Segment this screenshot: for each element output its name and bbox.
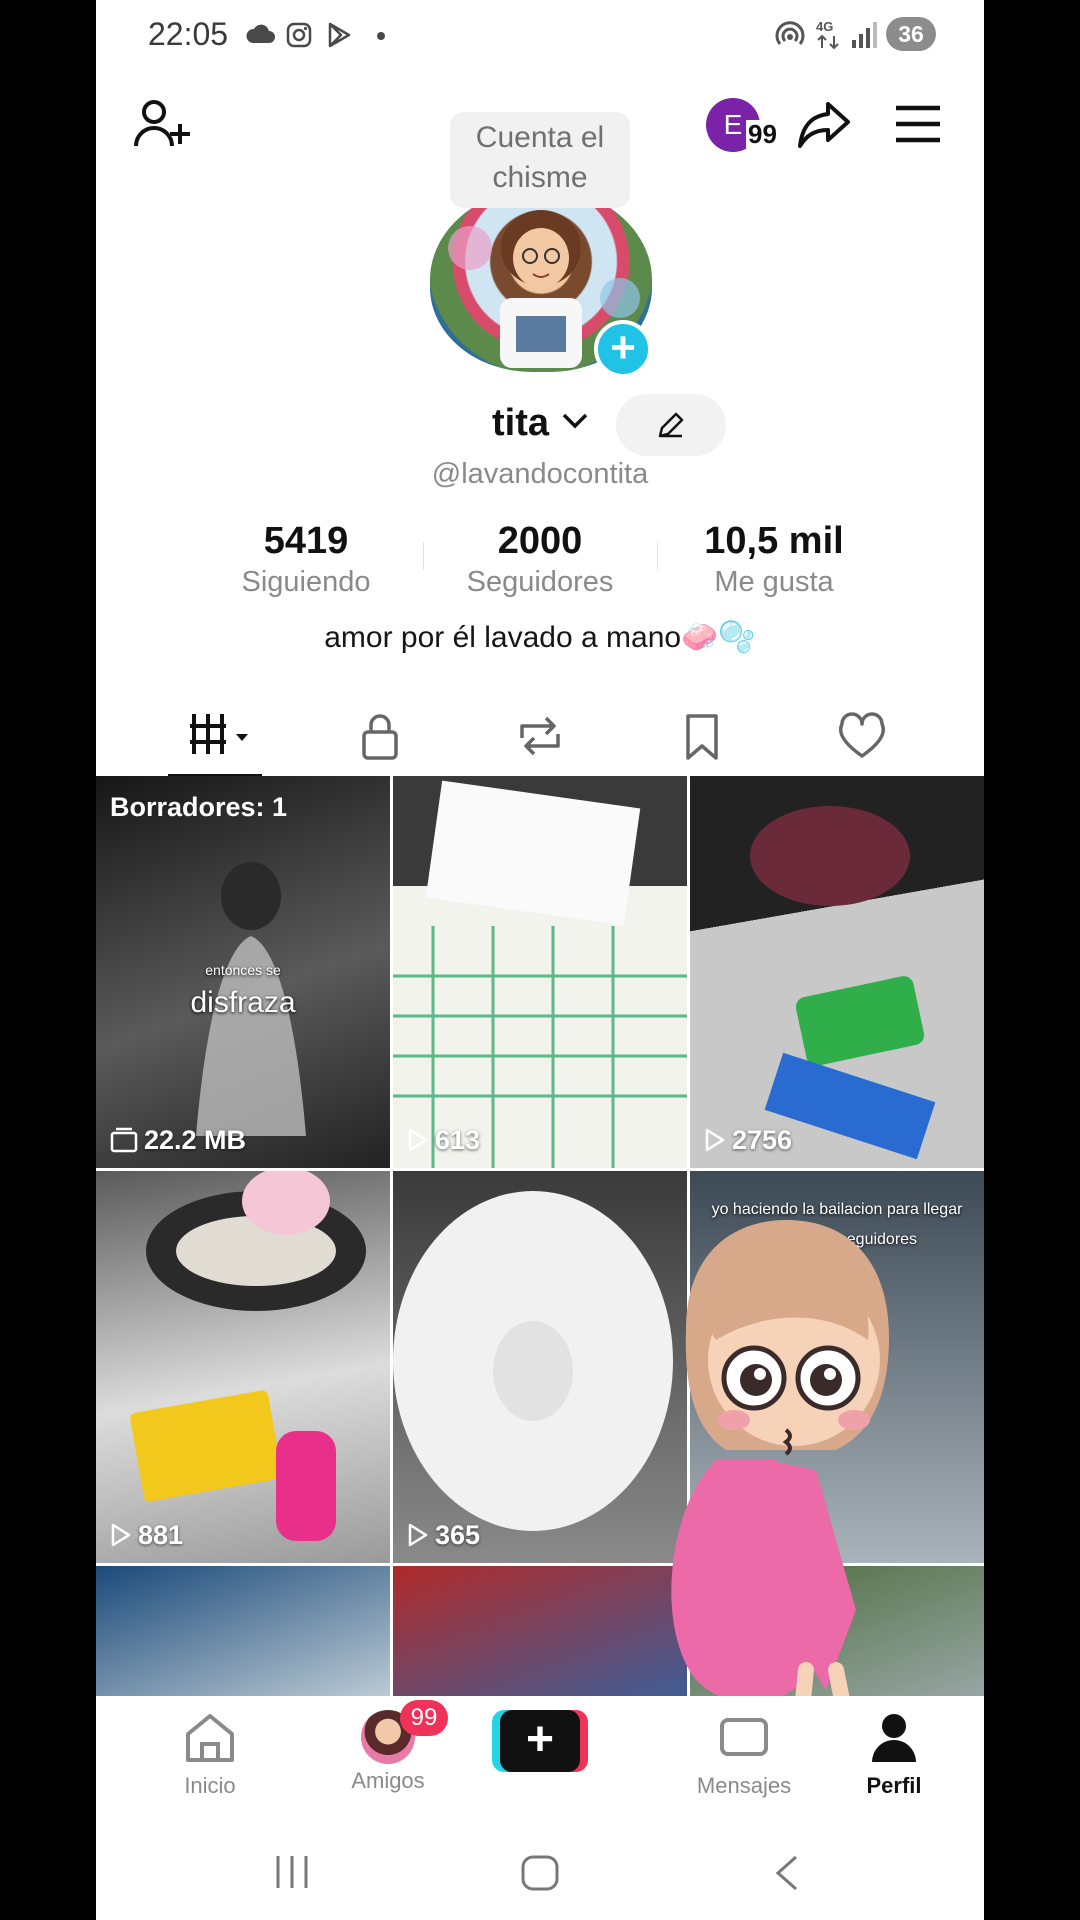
tile-thumbnail <box>393 1191 673 1531</box>
story-prompt-bubble[interactable]: Cuenta el chisme <box>450 112 630 208</box>
tab-liked[interactable] <box>832 706 892 766</box>
profile-person-icon <box>872 1714 916 1762</box>
add-friend-icon[interactable] <box>132 96 192 152</box>
friends-badge: 99 <box>400 1700 448 1736</box>
view-count-value: 613 <box>435 1125 481 1155</box>
play-icon <box>111 1523 131 1547</box>
share-arrow-icon[interactable] <box>796 98 852 150</box>
tile-thumbnail <box>130 1171 366 1541</box>
view-count: 365 <box>407 1520 480 1551</box>
recent-apps-icon[interactable] <box>272 1854 312 1890</box>
view-count: 2756 <box>704 1125 792 1156</box>
heart-icon <box>838 712 886 758</box>
pencil-icon <box>658 412 684 438</box>
stat-label: Siguiendo <box>241 566 371 598</box>
play-icon <box>705 1128 725 1152</box>
tab-private[interactable] <box>350 706 410 766</box>
tile-size: 22.2 MB <box>110 1125 246 1156</box>
view-count: 881 <box>110 1520 183 1551</box>
stat-value: 10,5 mil <box>704 520 844 562</box>
menu-hamburger-icon[interactable] <box>894 102 942 146</box>
drafts-tile[interactable]: Borradores: 1 entonces se disfraza 22.2 … <box>96 776 390 1168</box>
name-row: tita <box>96 394 984 456</box>
edit-profile-button[interactable] <box>616 394 726 456</box>
tab-videos[interactable] <box>188 706 258 766</box>
tab-saved[interactable] <box>672 706 732 766</box>
phone-screen: 22:05 4G 36 E 99 + Cuenta el chisme tita… <box>96 0 984 1920</box>
video-tile[interactable] <box>393 1566 687 1706</box>
tile-overlay-big: disfraza <box>190 986 296 1019</box>
nav-label: Amigos <box>351 1768 425 1793</box>
play-icon <box>408 1128 428 1152</box>
svg-text:4G: 4G <box>816 19 833 34</box>
video-tile[interactable]: 365 <box>393 1171 687 1563</box>
stat-value: 2000 <box>497 520 583 562</box>
drafts-folder-icon <box>110 1127 138 1153</box>
view-count-value: 881 <box>138 1520 184 1550</box>
add-story-plus-button[interactable]: + <box>594 320 652 378</box>
stat-value: 5419 <box>263 520 349 562</box>
video-tile[interactable] <box>96 1566 390 1706</box>
system-navigation-bar <box>96 1806 984 1920</box>
chevron-down-icon[interactable] <box>562 412 588 430</box>
network-4g-icon: 4G <box>816 19 839 50</box>
drafts-label: Borradores: 1 <box>110 792 288 822</box>
bookmark-icon <box>686 714 718 760</box>
view-count: 613 <box>407 1125 480 1156</box>
tile-thumbnail <box>750 806 936 1160</box>
account-notification-badge: 99 <box>746 119 779 149</box>
profile-stats: 5419 Siguiendo 2000 Seguidores 10,5 mil … <box>96 518 984 598</box>
tile-overlay-small: entonces se <box>205 962 281 978</box>
view-count-value: 2756 <box>732 1125 793 1155</box>
home-icon <box>186 1714 234 1762</box>
nav-profile[interactable]: Perfil <box>824 1710 964 1799</box>
profile-username[interactable]: tita <box>492 402 549 445</box>
grid-videos-icon <box>190 714 248 754</box>
cloud-icon <box>246 24 275 43</box>
nav-friends[interactable]: 99 Amigos <box>318 1700 458 1794</box>
profile-avatar-wrap[interactable]: + <box>430 188 652 378</box>
tile-thumbnail <box>393 780 687 1168</box>
play-store-icon <box>328 22 351 48</box>
nav-label: Perfil <box>866 1773 922 1798</box>
stat-label: Seguidores <box>466 566 614 598</box>
status-bar: 22:05 4G 36 <box>96 0 984 72</box>
stat-likes[interactable]: 10,5 mil Me gusta <box>658 518 890 600</box>
create-post-button[interactable]: + <box>492 1710 588 1772</box>
nav-inbox[interactable]: Mensajes <box>674 1710 814 1799</box>
video-tile[interactable]: 613 <box>393 776 687 1168</box>
profile-handle: @lavandocontita <box>431 458 649 490</box>
stat-followers[interactable]: 2000 Seguidores <box>424 518 656 600</box>
status-time: 22:05 <box>148 16 229 52</box>
instagram-icon <box>286 22 312 48</box>
repost-icon <box>520 716 560 756</box>
inbox-icon <box>720 1718 768 1756</box>
tab-reposts[interactable] <box>510 706 570 766</box>
battery-indicator: 36 <box>886 17 936 51</box>
bottom-navigation: Inicio 99 Amigos + Mensajes Perfil <box>96 1696 984 1806</box>
nav-label: Mensajes <box>696 1773 792 1798</box>
profile-tabs <box>96 700 984 778</box>
nav-home[interactable]: Inicio <box>140 1710 280 1799</box>
tile-size-value: 22.2 MB <box>144 1125 247 1155</box>
plus-icon: + <box>500 1710 580 1772</box>
home-button-icon[interactable] <box>520 1854 560 1892</box>
back-button-icon[interactable] <box>772 1854 802 1892</box>
video-tile[interactable]: 2756 <box>690 776 984 1168</box>
hotspot-icon <box>775 21 805 45</box>
profile-bio[interactable]: amor por él lavado a mano🧼🫧 <box>96 620 984 655</box>
nav-label: Inicio <box>184 1773 236 1798</box>
stat-label: Me gusta <box>714 566 834 598</box>
video-tile[interactable]: 881 <box>96 1171 390 1563</box>
play-icon <box>408 1523 428 1547</box>
signal-icon <box>852 22 877 48</box>
dot-icon <box>377 32 385 40</box>
lock-icon <box>362 714 398 760</box>
stat-following[interactable]: 5419 Siguiendo <box>190 518 422 600</box>
view-count-value: 365 <box>435 1520 481 1550</box>
